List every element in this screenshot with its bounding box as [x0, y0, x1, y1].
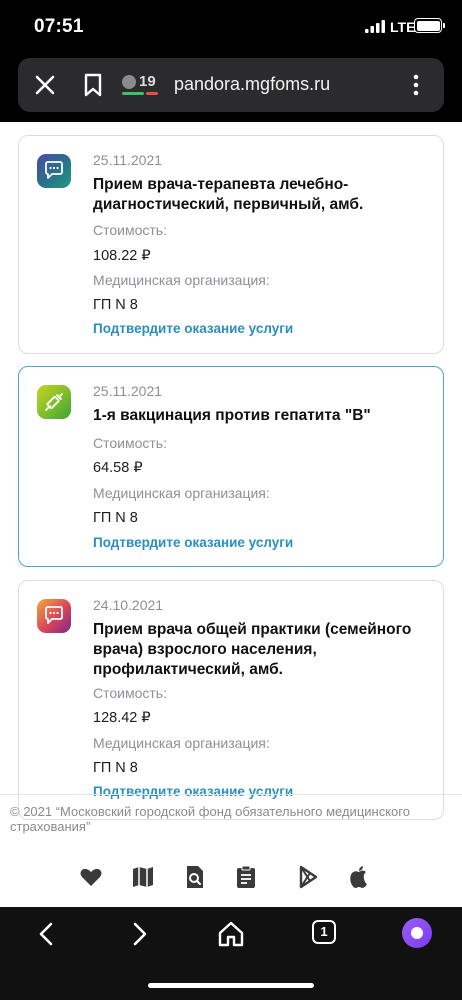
service-title: Прием врача-терапевта лечебно-диагностич… — [93, 176, 364, 213]
organization-label: Медицинская организация: — [93, 735, 270, 751]
syringe-icon — [37, 385, 71, 419]
url-domain[interactable]: pandora.mgfoms.ru — [174, 74, 330, 95]
map-icon[interactable] — [130, 864, 156, 890]
footer-icon-row — [0, 860, 462, 896]
home-indicator — [148, 983, 314, 988]
footer-divider — [0, 794, 462, 795]
cost-label: Стоимость: — [93, 685, 167, 701]
organization-label: Медицинская организация: — [93, 485, 270, 501]
chat-icon — [37, 154, 71, 188]
copyright-text: © 2021 “Московский городской фонд обязат… — [10, 804, 410, 834]
counter-bar-red — [146, 92, 158, 95]
cost-value: 108.22 ₽ — [93, 248, 151, 264]
service-date: 25.11.2021 — [93, 152, 163, 168]
page-content: 25.11.2021 Прием врача-терапевта лечебно… — [0, 122, 462, 907]
service-date: 25.11.2021 — [93, 383, 163, 399]
service-card[interactable]: 25.11.2021 Прием врача-терапевта лечебно… — [18, 135, 444, 354]
confirm-service-link[interactable]: Подтвердите оказание услуги — [93, 535, 293, 550]
cost-value: 128.42 ₽ — [93, 710, 151, 726]
protection-counter[interactable]: 19 — [122, 73, 158, 97]
counter-value: 19 — [139, 73, 156, 90]
document-search-icon[interactable] — [182, 864, 208, 890]
cost-value: 64.58 ₽ — [93, 460, 143, 476]
confirm-service-link[interactable]: Подтвердите оказание услуги — [93, 784, 293, 799]
confirm-service-link[interactable]: Подтвердите оказание услуги — [93, 321, 293, 336]
cost-label: Стоимость: — [93, 222, 167, 238]
organization-value: ГП N 8 — [93, 760, 138, 776]
signal-icon — [365, 20, 385, 33]
back-icon[interactable] — [32, 919, 62, 949]
service-title: Прием врача общей практики (семейного вр… — [93, 621, 412, 678]
clipboard-icon[interactable] — [233, 864, 259, 890]
service-card[interactable]: 25.11.2021 1-я вакцинация против гепатит… — [18, 366, 444, 567]
browser-address-bar[interactable]: 19 pandora.mgfoms.ru — [18, 58, 444, 112]
organization-label: Медицинская организация: — [93, 272, 270, 288]
google-play-icon[interactable] — [296, 864, 322, 890]
apple-icon[interactable] — [346, 864, 372, 890]
service-card[interactable]: 24.10.2021 Прием врача общей практики (с… — [18, 580, 444, 820]
more-menu-icon[interactable] — [412, 73, 420, 97]
bookmark-icon[interactable] — [82, 72, 104, 98]
service-title: 1-я вакцинация против гепатита "В" — [93, 407, 371, 424]
organization-value: ГП N 8 — [93, 297, 138, 313]
voice-assistant-icon[interactable] — [402, 918, 432, 948]
close-icon[interactable] — [32, 72, 58, 98]
organization-value: ГП N 8 — [93, 510, 138, 526]
status-time: 07:51 — [34, 16, 84, 37]
counter-bar-green — [122, 92, 144, 95]
cost-label: Стоимость: — [93, 435, 167, 451]
battery-tip — [443, 23, 445, 28]
tabs-count-button[interactable]: 1 — [312, 920, 336, 944]
heart-icon[interactable] — [78, 864, 104, 890]
forward-icon[interactable] — [124, 919, 154, 949]
battery-icon — [414, 18, 442, 33]
comment-icon — [122, 75, 136, 89]
status-bar: 07:51 LTE — [0, 0, 462, 52]
network-type: LTE — [390, 19, 416, 35]
service-date: 24.10.2021 — [93, 597, 164, 613]
home-icon[interactable] — [216, 919, 246, 949]
chat-icon — [37, 599, 71, 633]
